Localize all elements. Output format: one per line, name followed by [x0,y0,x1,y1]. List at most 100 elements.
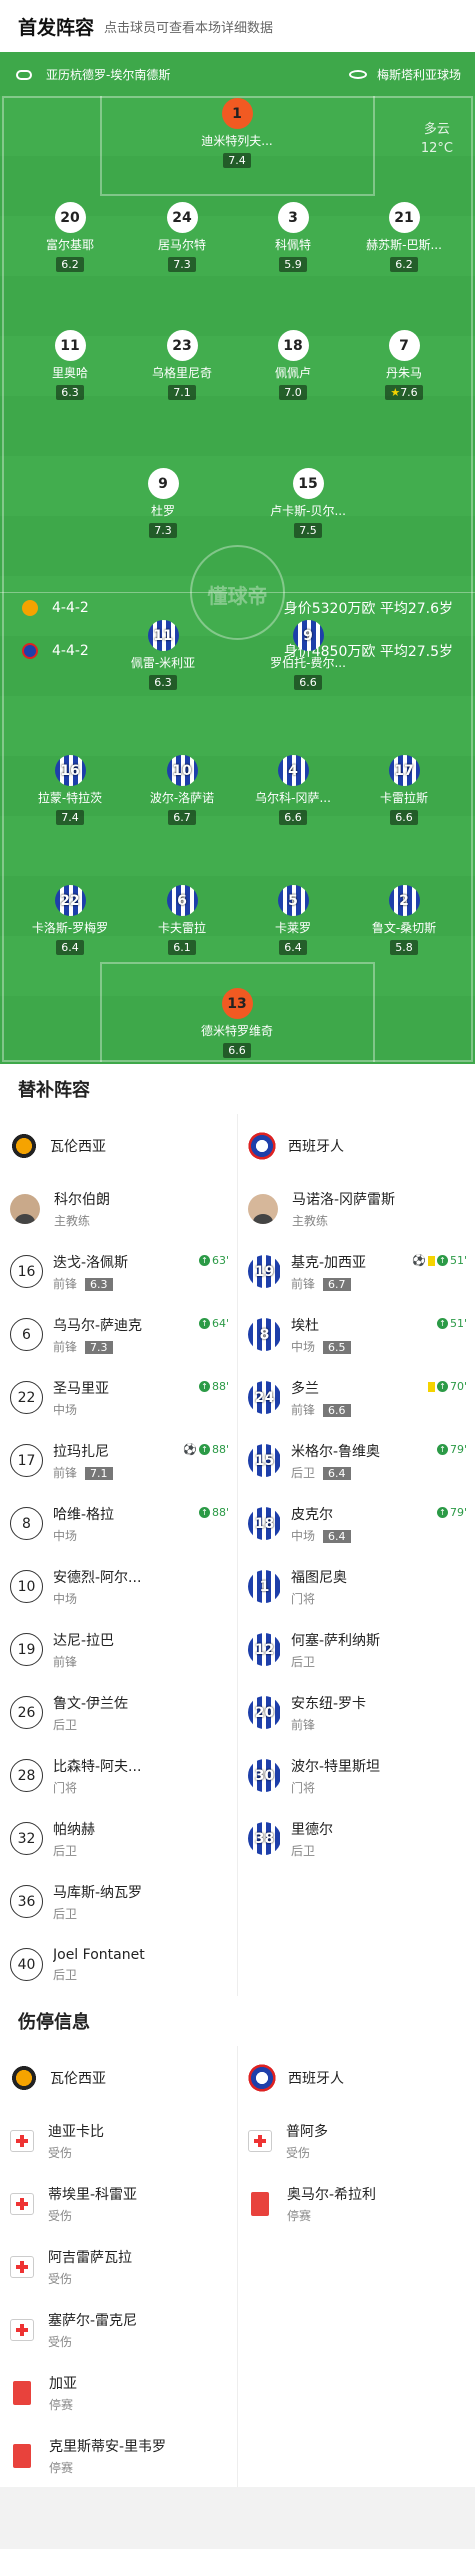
home-coach-row[interactable]: 科尔伯朗 主教练 [0,1177,237,1240]
injured-player-name: 加亚 [49,2375,77,2392]
injured-player-name: 普阿多 [286,2123,328,2140]
sub-row[interactable]: 32 帕纳赫 后卫 [0,1807,237,1870]
player-marker[interactable]: 15 卢卡斯-贝尔... 7.5 [262,468,354,538]
sub-row[interactable]: 8 哈维-格拉 中场 ↑ 88' [0,1492,237,1555]
shirt-number: 17 [10,1444,43,1477]
player-marker[interactable]: 18 佩佩卢 7.0 [247,330,339,400]
injury-row[interactable]: 阿吉雷萨瓦拉 受伤 [0,2235,237,2298]
yellow-card-icon [427,1255,435,1266]
player-marker[interactable]: 11 佩雷-米利亚 6.3 [117,620,209,690]
rating-value: 6.1 [173,941,191,954]
sub-row[interactable]: 36 马库斯-纳瓦罗 后卫 [0,1870,237,1933]
away-team-row[interactable]: 西班牙人 [238,2046,475,2109]
player-marker[interactable]: 22 卡洛斯-罗梅罗 6.4 [24,885,116,955]
sub-player-name: 皮克尔 [291,1506,333,1523]
shirt-number: 2 [388,885,420,916]
position-text: 后卫 [53,1717,78,1732]
injury-row[interactable]: 塞萨尔-雷克尼 受伤 [0,2298,237,2361]
sub-row[interactable]: 19 基克-加西亚 前锋 6.7 ⚽ ↑ 51' [238,1240,475,1303]
sub-row[interactable]: 8 埃杜 中场 6.5 ↑ 51' [238,1303,475,1366]
sub-event: ↑ 79' [436,1443,467,1456]
sub-minute: 88' [211,1443,229,1456]
sub-on-icon: ↑ [436,1381,448,1392]
player-marker[interactable]: 9 杜罗 7.3 [117,468,209,538]
player-rating: 6.6 [294,675,322,690]
player-marker[interactable]: 2 鲁文-桑切斯 5.8 [358,885,450,955]
shirt-number: 38 [248,1822,281,1855]
injury-row[interactable]: 奥马尔-希拉利 停赛 [238,2172,475,2235]
sub-player-name: Joel Fontanet [53,1946,145,1963]
sub-row[interactable]: 17 拉玛扎尼 前锋 7.1 ⚽ ↑ 88' [0,1429,237,1492]
sub-player-name: 比森特-阿夫... [53,1758,142,1775]
sub-row[interactable]: 19 达尼-拉巴 前锋 [0,1618,237,1681]
player-marker[interactable]: 6 卡夫雷拉 6.1 [136,885,228,955]
rating-value: 7.1 [173,386,191,399]
player-marker[interactable]: 13 德米特罗维奇 6.6 [191,988,283,1058]
player-marker[interactable]: 11 里奥哈 6.3 [24,330,116,400]
injury-row[interactable]: 克里斯蒂安-里韦罗 停赛 [0,2424,237,2487]
sub-row[interactable]: 10 安德烈-阿尔... 中场 [0,1555,237,1618]
home-team-row[interactable]: 瓦伦西亚 [0,2046,237,2109]
injury-row[interactable]: 迪亚卡比 受伤 [0,2109,237,2172]
sub-position: 后卫 [53,1966,145,1983]
sub-row[interactable]: 6 乌马尔-萨迪克 前锋 7.3 ↑ 64' [0,1303,237,1366]
player-marker[interactable]: 1 迪米特列夫... 7.4 [191,98,283,168]
sub-row[interactable]: 40 Joel Fontanet 后卫 [0,1933,237,1996]
player-marker[interactable]: 20 富尔基耶 6.2 [24,202,116,272]
shirt-number: 8 [248,1318,281,1351]
sub-minute: 88' [211,1380,229,1393]
sub-row[interactable]: 22 圣马里亚 中场 ↑ 88' [0,1366,237,1429]
rating-value: 7.3 [154,524,172,537]
player-marker[interactable]: 17 卡雷拉斯 6.6 [358,755,450,825]
away-coach-row[interactable]: 马诺洛-冈萨雷斯 主教练 [238,1177,475,1240]
injury-row[interactable]: 加亚 停赛 [0,2361,237,2424]
subs-title: 替补阵容 [0,1064,475,1114]
sub-player-name: 何塞-萨利纳斯 [291,1632,381,1649]
player-name: 杜罗 [150,504,175,518]
injury-row[interactable]: 蒂埃里-科雷亚 受伤 [0,2172,237,2235]
sub-row[interactable]: 20 安东纽-罗卡 前锋 [238,1681,475,1744]
rating-value: 6.2 [61,258,79,271]
sub-position: 后卫 [291,1653,380,1670]
player-name: 迪米特列夫... [201,134,273,148]
player-marker[interactable]: 5 卡莱罗 6.4 [247,885,339,955]
shirt-number: 30 [248,1759,281,1792]
player-name: 卡莱罗 [274,921,311,935]
sub-row[interactable]: 18 皮克尔 中场 6.4 ↑ 79' [238,1492,475,1555]
position-text: 中场 [291,1339,316,1354]
position-text: 前锋 [53,1654,78,1669]
player-marker[interactable]: 7 丹朱马 ★7.6 [358,330,450,400]
sub-event: ↑ 63' [198,1254,229,1267]
shirt-number: 5 [277,885,309,916]
sub-minute: 63' [211,1254,229,1267]
sub-player-name: 圣马里亚 [53,1380,109,1397]
player-marker[interactable]: 23 乌格里尼奇 7.1 [136,330,228,400]
home-team-row[interactable]: 瓦伦西亚 [0,1114,237,1177]
coach-avatar [10,1193,40,1224]
player-marker[interactable]: 21 赫苏斯-巴斯... 6.2 [358,202,450,272]
sub-row[interactable]: 12 何塞-萨利纳斯 后卫 [238,1618,475,1681]
sub-row[interactable]: 24 多兰 前锋 6.6 ↑ 70' [238,1366,475,1429]
injury-row[interactable]: 普阿多 受伤 [238,2109,475,2172]
sub-row[interactable]: 30 波尔-特里斯坦 门将 [238,1744,475,1807]
player-rating: 7.3 [149,523,177,538]
sub-row[interactable]: 26 鲁文-伊兰佐 后卫 [0,1681,237,1744]
player-marker[interactable]: 10 波尔-洛萨诺 6.7 [136,755,228,825]
sub-player-name: 哈维-格拉 [53,1506,115,1523]
rating-value: 6.6 [228,1044,246,1057]
away-team-row[interactable]: 西班牙人 [238,1114,475,1177]
stadium-name: 亚历杭德罗-埃尔南德斯 [46,68,171,82]
player-marker[interactable]: 16 拉蒙-特拉茨 7.4 [24,755,116,825]
sub-row[interactable]: 28 比森特-阿夫... 门将 [0,1744,237,1807]
player-marker[interactable]: 24 居马尔特 7.3 [136,202,228,272]
player-marker[interactable]: 9 罗伯托-费尔... 6.6 [262,620,354,690]
sub-row[interactable]: 15 米格尔-鲁维奥 后卫 6.4 ↑ 79' [238,1429,475,1492]
sub-row[interactable]: 16 迭戈-洛佩斯 前锋 6.3 ↑ 63' [0,1240,237,1303]
page-title: 首发阵容 [18,16,95,39]
sub-row[interactable]: 1 福图尼奥 门将 [238,1555,475,1618]
player-marker[interactable]: 4 乌尔科-冈萨... 6.6 [247,755,339,825]
player-marker[interactable]: 3 科佩特 5.9 [247,202,339,272]
sub-row[interactable]: 38 里德尔 后卫 [238,1807,475,1870]
coach-label: 主教练 [292,1213,329,1228]
rating-value: 6.3 [61,386,79,399]
